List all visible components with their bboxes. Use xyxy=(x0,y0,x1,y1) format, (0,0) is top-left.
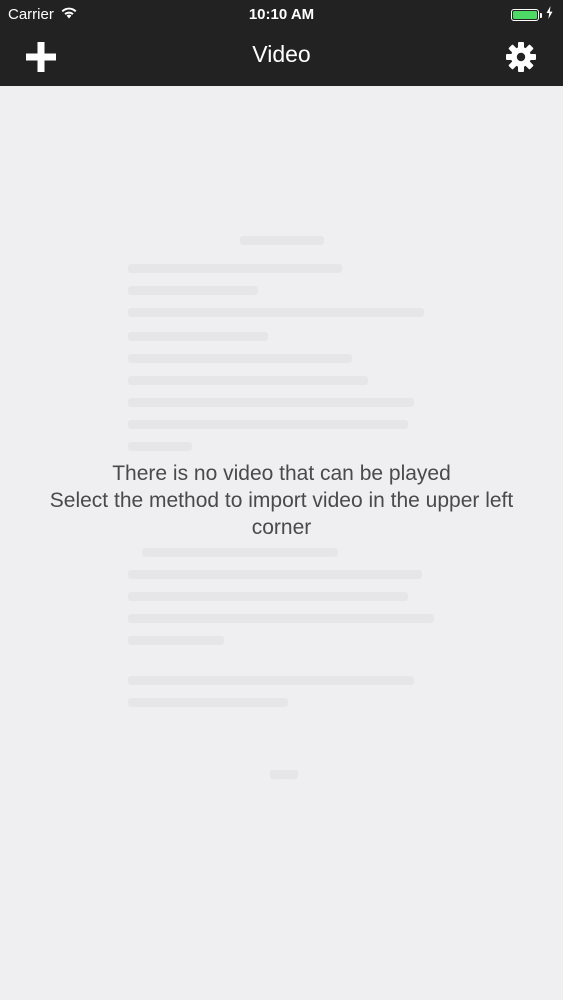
battery-fill xyxy=(513,11,537,19)
battery-tip xyxy=(540,12,542,18)
background-ghost-line xyxy=(128,570,422,579)
background-ghost-line xyxy=(128,676,414,685)
background-ghost-line xyxy=(128,614,434,623)
top-bar: Carrier 10:10 AM Video xyxy=(0,0,563,86)
background-ghost-line xyxy=(128,308,424,317)
settings-button[interactable] xyxy=(503,39,539,75)
background-ghost-line xyxy=(270,770,298,779)
background-ghost-line xyxy=(128,398,414,407)
empty-state-message: There is no video that can be played Sel… xyxy=(20,460,543,541)
status-time: 10:10 AM xyxy=(248,6,315,23)
background-ghost-line xyxy=(128,354,352,363)
battery-indicator xyxy=(511,6,553,24)
navigation-bar: Video xyxy=(0,28,563,86)
background-ghost-line xyxy=(128,332,268,341)
background-ghost-line xyxy=(128,420,408,429)
background-ghost-line xyxy=(240,236,324,245)
main-content: There is no video that can be played Sel… xyxy=(0,86,563,1000)
background-ghost-line xyxy=(128,376,368,385)
background-ghost-line xyxy=(128,264,342,273)
page-title: Video xyxy=(252,41,311,67)
empty-state-line-2: Select the method to import video in the… xyxy=(49,489,514,539)
battery-icon xyxy=(511,9,539,21)
status-bar: Carrier 10:10 AM xyxy=(0,0,563,28)
gear-icon xyxy=(506,42,536,72)
empty-state-line-1: There is no video that can be played xyxy=(112,462,451,485)
charging-bolt-icon xyxy=(546,6,553,24)
background-ghost-line xyxy=(128,636,224,645)
background-ghost-line xyxy=(128,286,258,295)
background-ghost-line xyxy=(128,698,288,707)
background-ghost-line xyxy=(128,592,408,601)
background-ghost-line xyxy=(128,442,192,451)
background-ghost-line xyxy=(142,548,338,557)
